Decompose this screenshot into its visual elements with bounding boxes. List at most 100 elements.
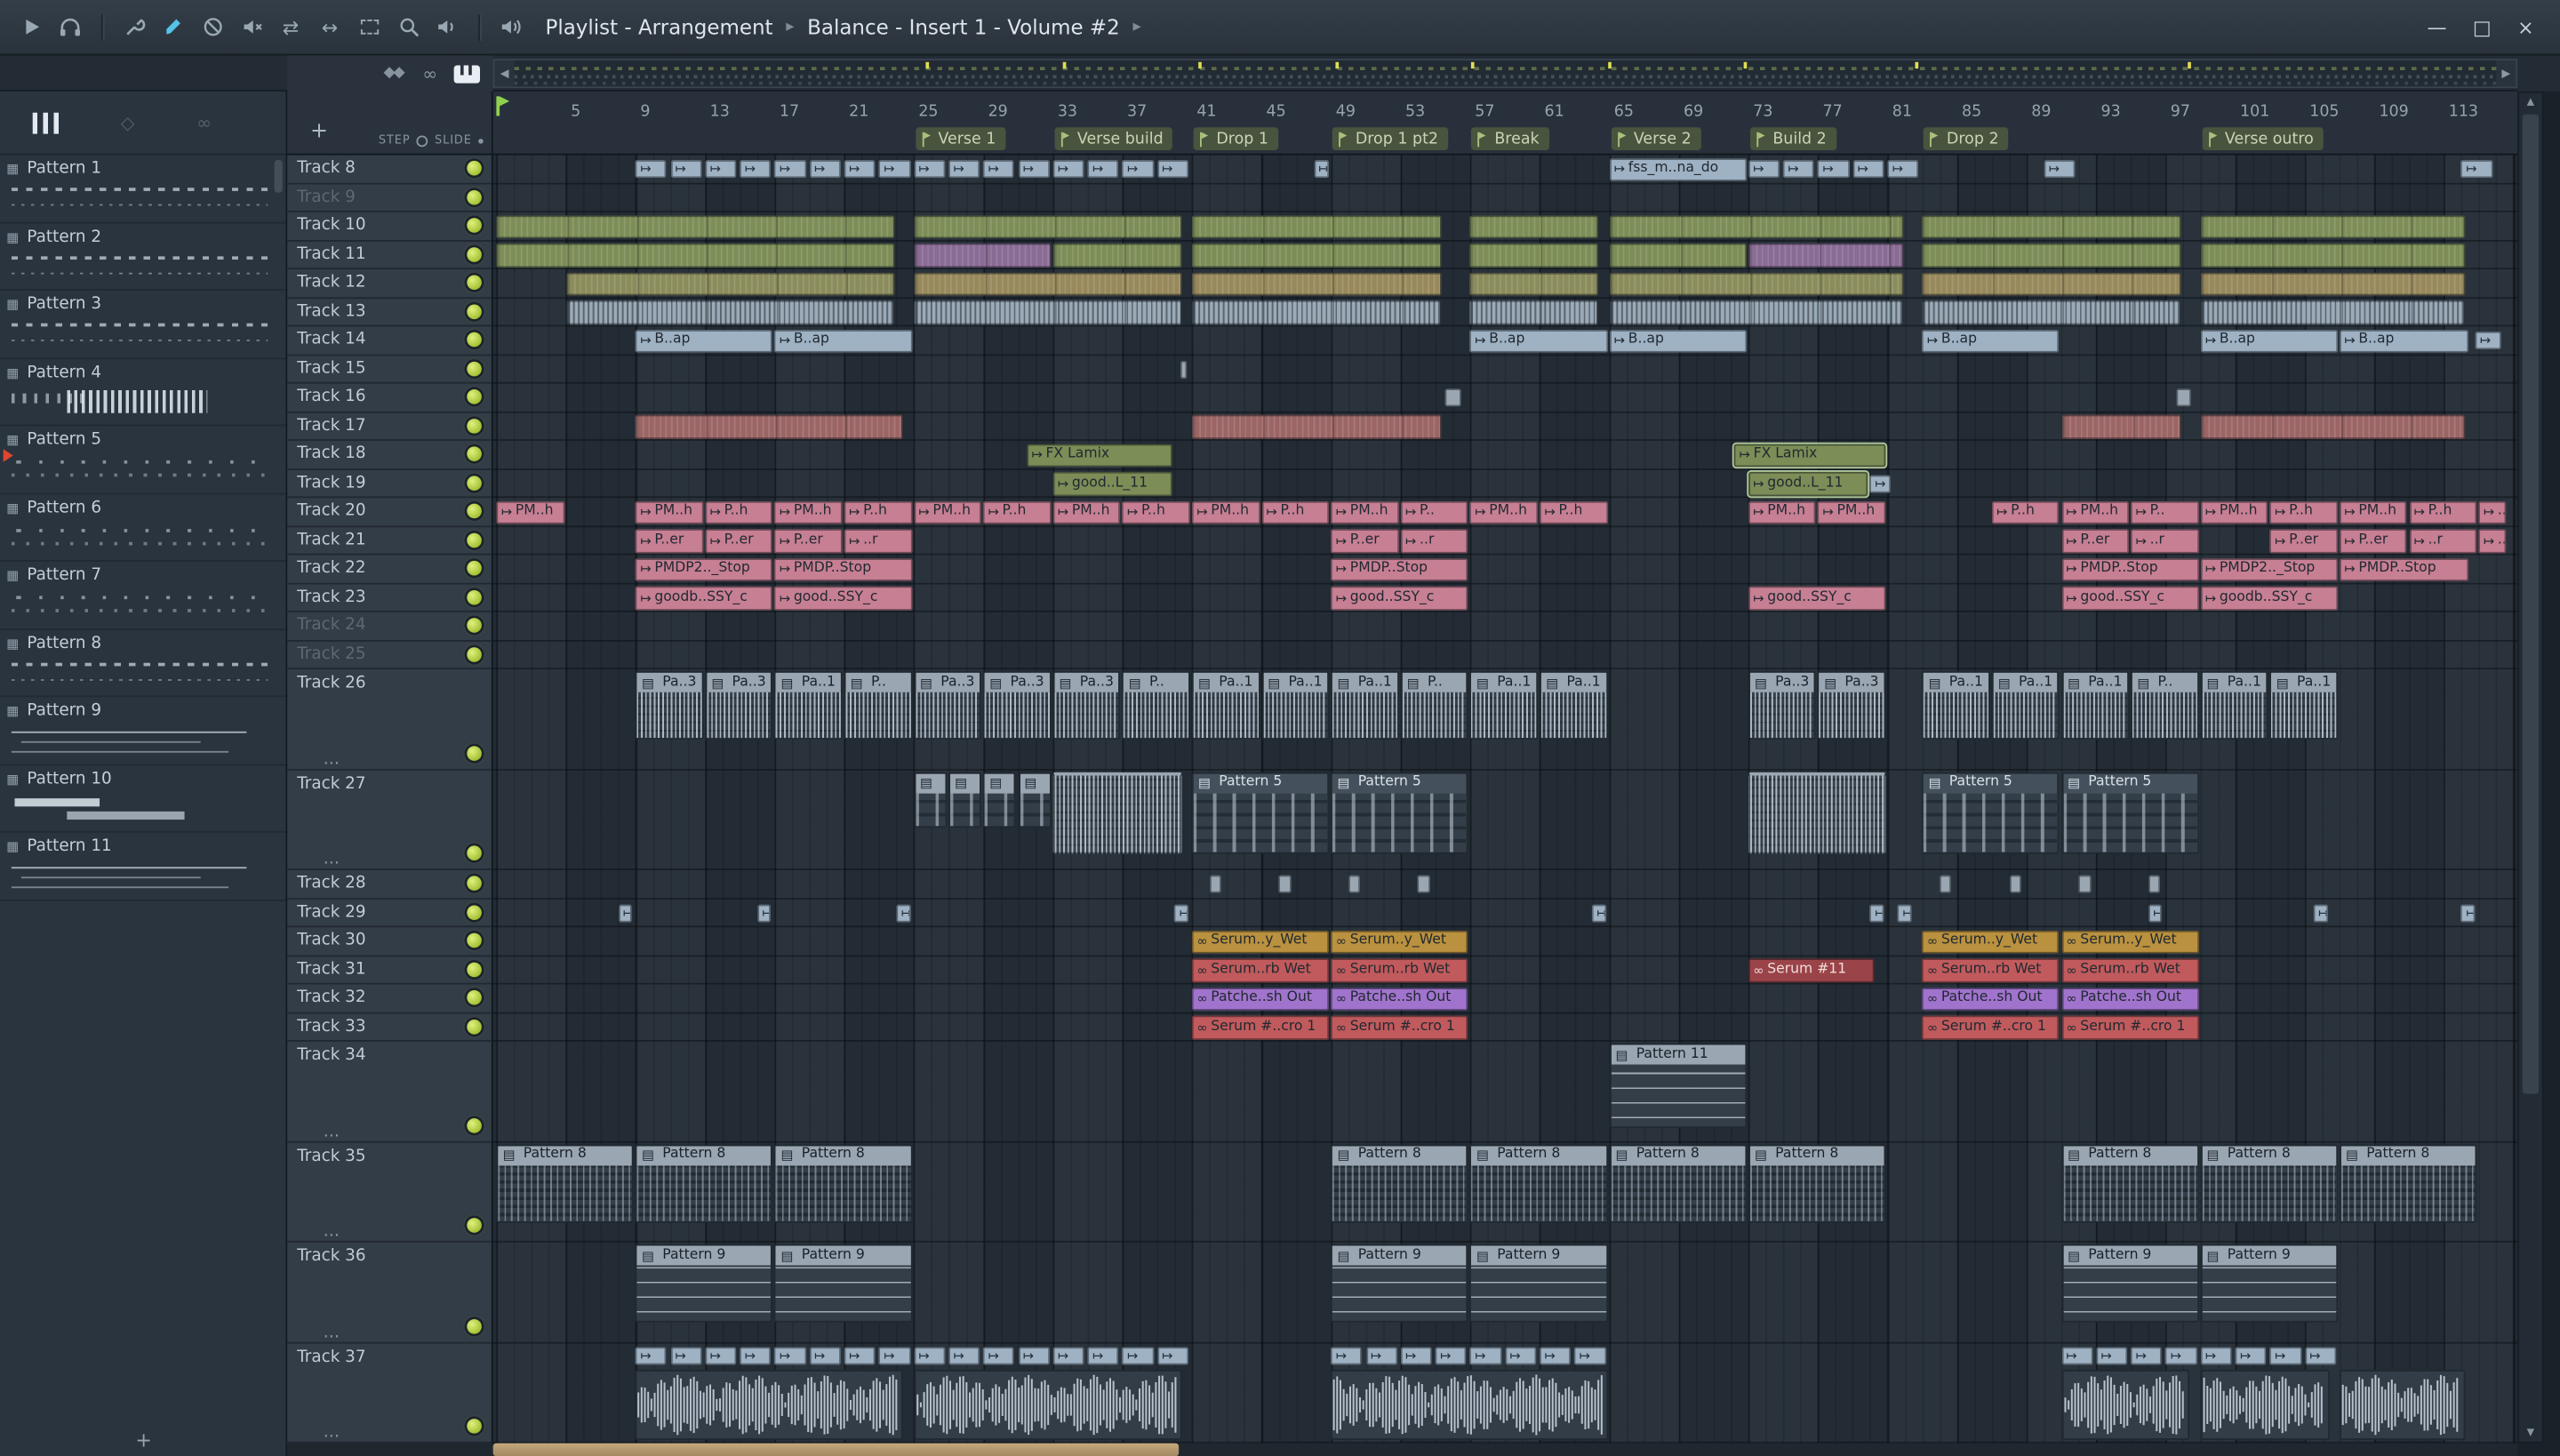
clip[interactable]: ↦ <box>878 1346 911 1364</box>
track-row[interactable]: Track 11 <box>287 241 492 270</box>
clip[interactable]: ↦ PMDP..Stop <box>2060 557 2199 581</box>
track-row[interactable]: Track 34… <box>287 1042 492 1142</box>
clip[interactable]: ↦ P..h <box>1540 500 1608 524</box>
track-row[interactable]: Track 37… <box>287 1343 492 1444</box>
clip[interactable] <box>1922 243 2181 268</box>
track-mute-led[interactable] <box>467 646 482 662</box>
grid-row[interactable] <box>492 641 2518 670</box>
clip[interactable]: ↦ B..ap <box>2339 329 2468 353</box>
clip[interactable]: ↦ P..er <box>1331 529 1399 553</box>
clip[interactable]: ↦ good..L_11 <box>1052 471 1173 496</box>
clip[interactable]: ↦ <box>2044 159 2076 179</box>
clip[interactable] <box>2009 875 2021 893</box>
track-row[interactable]: Track 10 <box>287 212 492 241</box>
clip[interactable] <box>2148 875 2161 893</box>
clip[interactable]: ↦ PM..h <box>1052 500 1121 524</box>
track-mute-led[interactable] <box>467 905 482 920</box>
clip[interactable]: ▤ Pa..1 <box>2060 670 2130 740</box>
track-row[interactable]: Track 9 <box>287 184 492 212</box>
clip[interactable]: ∞ Serum #..cro 1 <box>1922 1015 2060 1040</box>
grid-row[interactable] <box>492 1013 2518 1042</box>
overview-right-arrow[interactable]: ▶ <box>2496 60 2516 87</box>
clip[interactable]: ▤ Pa..1 <box>1991 670 2060 740</box>
clip[interactable]: ↦ PM..h <box>1469 500 1539 524</box>
clip[interactable]: ↦ ..r <box>844 529 912 553</box>
track-row[interactable]: Track 25 <box>287 641 492 670</box>
time-marker[interactable]: Drop 1 <box>1193 127 1279 150</box>
scroll-up-arrow[interactable]: ▲ <box>2519 93 2542 111</box>
clip[interactable] <box>2060 414 2181 439</box>
grid-row[interactable] <box>492 956 2518 985</box>
track-row[interactable]: Track 16 <box>287 384 492 412</box>
grid-row[interactable] <box>492 469 2518 499</box>
slash-icon[interactable] <box>195 9 230 44</box>
monitor-speaker-icon[interactable] <box>493 9 529 44</box>
clip[interactable]: ↦ P..er <box>2269 529 2338 553</box>
clip[interactable]: ▤ Pa..3 <box>1052 670 1121 740</box>
clip[interactable]: ↦ <box>913 1346 946 1364</box>
track-mute-led[interactable] <box>467 189 482 205</box>
clip[interactable]: ↦ <box>756 903 772 922</box>
clip[interactable]: ▤ Pattern 11 <box>1609 1043 1747 1129</box>
clip[interactable]: ↦ P..er <box>2339 529 2408 553</box>
clip[interactable] <box>1922 214 2181 239</box>
clip[interactable]: ↦ <box>1887 159 1919 179</box>
grid-row[interactable] <box>492 384 2518 412</box>
track-mute-led[interactable] <box>467 1419 482 1434</box>
clip[interactable] <box>1348 875 1361 893</box>
clip[interactable]: ↦ <box>1869 903 1884 922</box>
clip[interactable]: ▤ Pa..1 <box>1922 670 1990 740</box>
clip[interactable] <box>1922 300 2181 324</box>
clip[interactable] <box>2200 243 2465 268</box>
clip[interactable] <box>565 271 895 296</box>
track-mute-led[interactable] <box>467 876 482 892</box>
track-row[interactable]: Track 19 <box>287 469 492 499</box>
clip[interactable]: ↦ PMDP..Stop <box>2339 557 2468 581</box>
clip[interactable]: ↦ P..er <box>635 529 704 553</box>
clip[interactable]: ↦ <box>635 159 668 179</box>
track-mute-led[interactable] <box>467 1218 482 1233</box>
pattern-list-item[interactable]: ▦ Pattern 7 <box>0 562 288 630</box>
timeline-ruler[interactable]: 5 9 13 17 21 25 29 33 37 41 45 49 53 57 61 65 69 73 77 81 85… <box>492 91 2518 156</box>
clip[interactable]: ∞ Serum..y_Wet <box>1331 930 1468 954</box>
marquee-icon[interactable] <box>351 9 387 44</box>
clip[interactable]: ▤ Pa..1 <box>1331 670 1399 740</box>
clip[interactable]: ∞ Serum..rb Wet <box>1191 958 1330 982</box>
grid-row[interactable] <box>492 985 2518 1013</box>
track-mute-led[interactable] <box>467 389 482 405</box>
time-marker[interactable]: Verse build <box>1054 127 1173 150</box>
clip[interactable]: ↦ <box>1435 1346 1467 1364</box>
clip[interactable]: ↦ PM..h <box>1191 500 1260 524</box>
clip[interactable]: ↦ good..SSY_c <box>2060 586 2199 611</box>
clip[interactable]: ↦ <box>740 159 772 179</box>
overview-left-arrow[interactable]: ◀ <box>494 60 515 87</box>
clip[interactable] <box>635 1370 904 1440</box>
clip[interactable]: ↦ <box>1504 1346 1537 1364</box>
clip[interactable]: ↦ <box>2131 1346 2163 1364</box>
track-mute-led[interactable] <box>467 418 482 434</box>
clip[interactable]: ↦ PM..h <box>1331 500 1399 524</box>
clip[interactable]: ↦ <box>1052 159 1084 179</box>
clip[interactable]: ↦ <box>2460 159 2493 179</box>
track-row[interactable]: Track 17 <box>287 412 492 441</box>
clip[interactable]: ▤ Pa..1 <box>774 670 843 740</box>
clip[interactable]: ↦ <box>1122 159 1154 179</box>
clip[interactable]: ↦ P.. <box>1400 500 1468 524</box>
clip[interactable]: ↦ FX Lamix <box>1732 441 1888 469</box>
speaker-icon[interactable] <box>429 9 465 44</box>
clip[interactable]: ▤ Pattern 5 <box>1331 771 1468 853</box>
clip[interactable]: ↦ <box>705 159 737 179</box>
clip[interactable]: ↦ B..ap <box>774 329 912 353</box>
clip[interactable]: ↦ <box>2269 1346 2301 1364</box>
track-mute-led[interactable] <box>467 304 482 319</box>
clip[interactable]: ↦ <box>1052 1346 1084 1364</box>
clip[interactable]: ∞ Patche..sh Out <box>2060 987 2199 1011</box>
clip[interactable] <box>1191 214 1443 239</box>
clip[interactable] <box>496 243 895 268</box>
clip[interactable] <box>1939 875 1952 893</box>
clip[interactable] <box>2200 414 2465 439</box>
clip[interactable]: ▤ Pattern 9 <box>1469 1244 1608 1323</box>
step-toggle-icon[interactable] <box>416 134 428 147</box>
clip[interactable]: ↦ <box>948 1346 980 1364</box>
clip[interactable] <box>913 1370 1182 1440</box>
